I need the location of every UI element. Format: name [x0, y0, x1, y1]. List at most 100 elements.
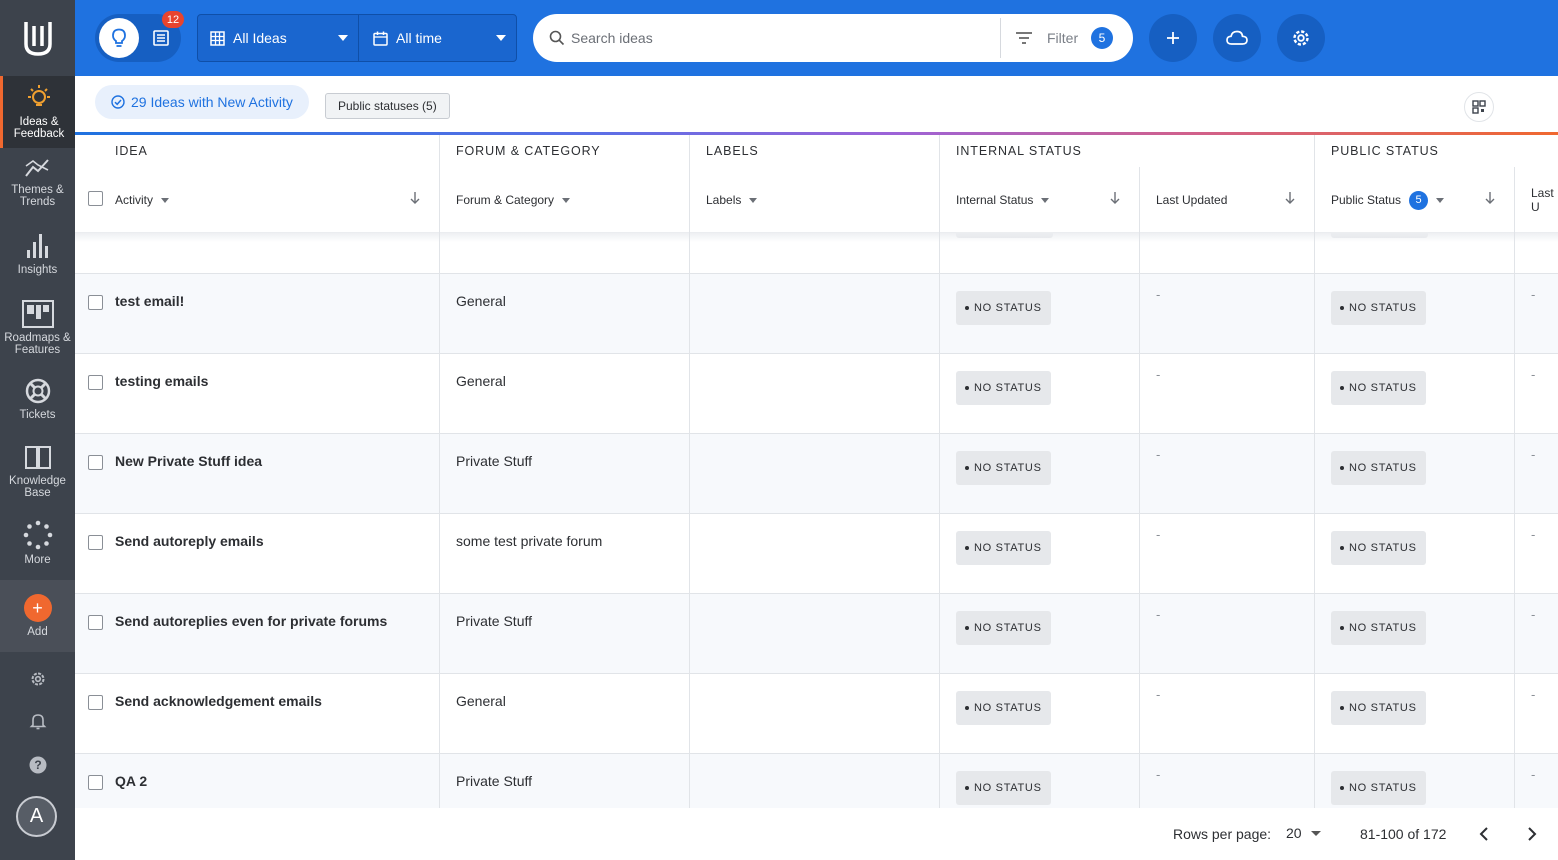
previous-page-button[interactable] — [1472, 822, 1496, 846]
app-logo[interactable] — [0, 0, 75, 76]
idea-title[interactable]: Send autoreply emails — [115, 533, 264, 549]
table-row[interactable]: New Private Stuff idea Private Stuff NO ST… — [75, 433, 1558, 513]
public-status-tag[interactable]: NO STATUS — [1331, 771, 1426, 805]
labels-column-header[interactable]: Labels — [706, 167, 758, 233]
new-activity-filter[interactable]: 29 Ideas with New Activity — [95, 85, 309, 119]
group-header-forum: FORUM & CATEGORY — [456, 144, 601, 158]
row-checkbox[interactable] — [88, 535, 103, 550]
public-statuses-chip[interactable]: Public statuses (5) — [325, 93, 450, 119]
pagination-footer: Rows per page: 20 81-100 of 172 — [75, 808, 1558, 860]
table-row[interactable]: Send autoreply emails some test private f… — [75, 513, 1558, 593]
caret-down-icon — [749, 197, 758, 203]
last-updated-column-header[interactable]: Last Updated — [1156, 167, 1227, 233]
gear-icon — [31, 672, 44, 686]
idea-title[interactable]: Send acknowledgement emails — [115, 693, 322, 709]
internal-status-column-header[interactable]: Internal Status — [956, 167, 1050, 233]
table-row[interactable]: test email! General NO STATUS - NO STATUS - — [75, 273, 1558, 353]
internal-status-tag[interactable]: NO STATUS — [956, 771, 1051, 805]
public-status-tag[interactable]: NO STATUS — [1331, 291, 1426, 325]
sort-arrow-icon[interactable] — [1109, 191, 1121, 205]
user-avatar[interactable]: A — [16, 796, 57, 837]
public-status-column-header[interactable]: Public Status 5 — [1331, 167, 1445, 233]
activity-column-header[interactable]: Activity — [115, 167, 170, 233]
chevron-down-icon — [338, 35, 348, 41]
add-idea-button[interactable] — [1149, 14, 1197, 62]
table-row[interactable]: Send autoreplies even for private forums… — [75, 593, 1558, 673]
ideas-mode-button[interactable] — [99, 18, 139, 58]
next-page-button[interactable] — [1520, 822, 1544, 846]
last-updated-value: - — [1156, 527, 1161, 542]
qr-grid-icon — [1472, 100, 1486, 114]
sidebar-item-themes-trends[interactable]: Themes & Trends — [0, 156, 75, 216]
row-checkbox[interactable] — [88, 695, 103, 710]
search-bar: Filter 5 — [533, 14, 1133, 62]
public-status-tag[interactable]: NO STATUS — [1331, 611, 1426, 645]
time-range-select[interactable]: All time — [359, 15, 516, 61]
sort-arrow-icon[interactable] — [1284, 191, 1296, 205]
settings-nav[interactable] — [0, 670, 75, 688]
row-checkbox[interactable] — [88, 775, 103, 790]
ideas-view-select[interactable]: All Ideas — [198, 15, 359, 61]
column-layout-button[interactable] — [1464, 92, 1494, 122]
rows-per-page-select[interactable]: 20 — [1286, 825, 1321, 841]
caret-down-icon — [562, 197, 571, 203]
table-row[interactable]: Send acknowledgement emails General NO STA… — [75, 673, 1558, 753]
internal-status-tag[interactable]: NO STATUS — [956, 531, 1051, 565]
sidebar-item-tickets[interactable]: Tickets — [0, 377, 75, 427]
idea-title[interactable]: New Private Stuff idea — [115, 453, 262, 469]
column-label: Public Status — [1331, 193, 1402, 207]
book-icon — [24, 446, 51, 469]
help-nav[interactable]: ? — [0, 756, 75, 774]
notifications-nav[interactable] — [0, 712, 75, 730]
sort-arrow-icon[interactable] — [409, 191, 421, 205]
internal-status-tag[interactable]: NO STATUS — [956, 291, 1051, 325]
caret-down-icon — [161, 197, 170, 203]
cloud-button[interactable] — [1213, 14, 1261, 62]
last-value: - — [1531, 447, 1536, 462]
status-dot — [965, 546, 969, 550]
internal-status-tag[interactable]: NO STATUS — [956, 611, 1051, 645]
caret-down-icon — [1436, 197, 1445, 203]
select-all-checkbox[interactable] — [88, 191, 103, 206]
table-row[interactable]: testing emails General NO STATUS - NO STATUS… — [75, 353, 1558, 433]
public-status-tag[interactable]: NO STATUS — [1331, 531, 1426, 565]
forum-column-header[interactable]: Forum & Category — [456, 167, 571, 233]
table-row[interactable]: QA 2 Private Stuff NO STATUS - NO STATUS - — [75, 753, 1558, 808]
sidebar-item-insights[interactable]: Insights — [0, 232, 75, 282]
filter-button[interactable]: Filter — [1015, 26, 1078, 50]
public-status-tag[interactable]: NO STATUS — [1331, 691, 1426, 725]
sidebar-item-add[interactable]: + Add — [0, 580, 75, 652]
idea-title[interactable]: test email! — [115, 293, 184, 309]
row-checkbox[interactable] — [88, 375, 103, 390]
internal-status-tag[interactable]: NO STATUS — [956, 451, 1051, 485]
row-checkbox[interactable] — [88, 295, 103, 310]
idea-title[interactable]: testing emails — [115, 373, 208, 389]
sidebar-item-ideas-feedback[interactable]: Ideas & Feedback — [0, 76, 75, 148]
sidebar-item-more[interactable]: More — [0, 520, 75, 570]
chevron-left-icon — [1479, 827, 1488, 841]
search-input[interactable] — [571, 26, 991, 50]
sidebar-label: Roadmaps & — [4, 332, 71, 344]
settings-button[interactable] — [1277, 14, 1325, 62]
row-checkbox[interactable] — [88, 455, 103, 470]
row-checkbox[interactable] — [88, 615, 103, 630]
sidebar-item-roadmaps-features[interactable]: Roadmaps & Features — [0, 300, 75, 360]
last-value: - — [1531, 287, 1536, 302]
sort-arrow-icon[interactable] — [1484, 191, 1496, 205]
public-status-tag[interactable]: NO STATUS — [1331, 451, 1426, 485]
forum-category: some test private forum — [456, 533, 603, 549]
sidebar-item-knowledge-base[interactable]: Knowledge Base — [0, 443, 75, 503]
last-updated-value: - — [1156, 287, 1161, 302]
last-column-header[interactable]: Last U — [1531, 167, 1558, 233]
idea-title[interactable]: Send autoreplies even for private forums — [115, 613, 387, 629]
internal-status-tag[interactable]: NO STATUS — [956, 371, 1051, 405]
public-status-tag[interactable]: NO STATUS — [1331, 371, 1426, 405]
roadmap-icon — [21, 300, 54, 328]
check-circle-icon — [111, 95, 125, 109]
help-icon: ? — [29, 756, 46, 774]
idea-title[interactable]: QA 2 — [115, 773, 147, 789]
internal-status-tag[interactable]: NO STATUS — [956, 691, 1051, 725]
page-range: 81-100 of 172 — [1360, 826, 1447, 842]
status-text: NO STATUS — [1349, 782, 1417, 794]
column-divider — [1139, 167, 1140, 808]
